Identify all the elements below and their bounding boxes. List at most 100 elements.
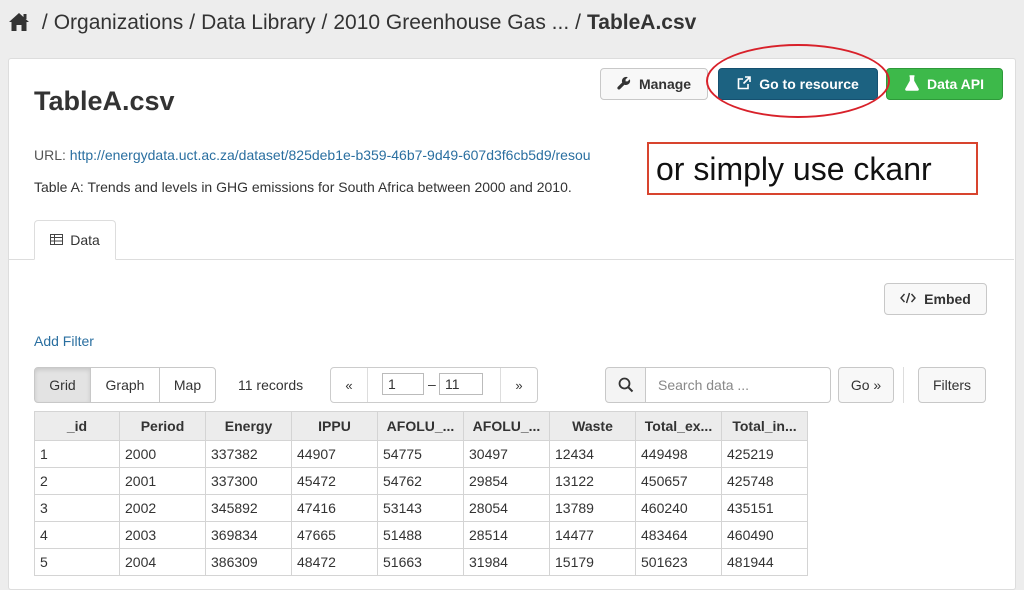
annotation-text: or simply use [656, 151, 854, 187]
table-cell: 53143 [377, 494, 464, 522]
pager-to-input[interactable] [439, 373, 483, 395]
table-row[interactable]: 2 2001 337300 45472 54762 29854 13122 450657 425… [34, 467, 808, 495]
table-cell: 2000 [119, 440, 206, 468]
table-cell: 13122 [549, 467, 636, 495]
table-cell: 1 [34, 440, 120, 468]
home-icon[interactable] [8, 11, 36, 34]
search-icon [605, 367, 646, 403]
manage-button[interactable]: Manage [600, 68, 708, 100]
table-cell: 386309 [205, 548, 292, 576]
table-row[interactable]: 3 2002 345892 47416 53143 28054 13789 460240 435… [34, 494, 808, 522]
breadcrumb-organizations[interactable]: Organizations [54, 11, 184, 34]
data-api-button[interactable]: Data API [886, 68, 1003, 100]
table-cell: 31984 [463, 548, 550, 576]
breadcrumb-current: TableA.csv [587, 11, 697, 34]
breadcrumb-separator: / [189, 11, 196, 34]
table-cell: 47416 [291, 494, 378, 522]
table-cell: 337382 [205, 440, 292, 468]
go-button[interactable]: Go » [838, 367, 894, 403]
resource-description: Table A: Trends and levels in GHG emissi… [34, 179, 572, 195]
search-group [605, 367, 831, 403]
column-header-total-ex[interactable]: Total_ex... [635, 411, 722, 441]
pager-dash: – [428, 376, 436, 392]
table-cell: 2 [34, 467, 120, 495]
table-row[interactable]: 5 2004 386309 48472 51663 31984 15179 501623 481… [34, 548, 808, 576]
column-header-id[interactable]: _id [34, 411, 120, 441]
breadcrumb: / Organizations / Data Library/2010 Greenho… [8, 11, 696, 35]
table-cell: 2004 [119, 548, 206, 576]
table-cell: 4 [34, 521, 120, 549]
url-label: URL: [34, 147, 66, 163]
embed-button[interactable]: Embed [884, 283, 987, 315]
table-cell: 45472 [291, 467, 378, 495]
table-cell: 425748 [721, 467, 808, 495]
breadcrumb-separator: / [575, 11, 582, 34]
column-header-energy[interactable]: Energy [205, 411, 292, 441]
table-cell: 2002 [119, 494, 206, 522]
column-header-total-in[interactable]: Total_in... [721, 411, 808, 441]
table-cell: 51663 [377, 548, 464, 576]
record-count: 11 records [238, 377, 304, 393]
table-row[interactable]: 4 2003 369834 47665 51488 28514 14477 483464 460… [34, 521, 808, 549]
add-filter-link[interactable]: Add Filter [34, 333, 94, 349]
pager-next-button[interactable]: » [500, 368, 537, 402]
table-cell: 460490 [721, 521, 808, 549]
search-input[interactable] [646, 367, 831, 403]
breadcrumb-dataset[interactable]: 2010 Greenhouse Gas ... [333, 11, 569, 34]
table-cell: 51488 [377, 521, 464, 549]
tab-data[interactable]: Data [34, 220, 116, 260]
table-cell: 12434 [549, 440, 636, 468]
manage-label: Manage [638, 76, 692, 92]
annotation-callout: or simply use ckanr [647, 142, 978, 195]
table-cell: 425219 [721, 440, 808, 468]
table-cell: 29854 [463, 467, 550, 495]
table-cell: 48472 [291, 548, 378, 576]
column-header-ippu[interactable]: IPPU [291, 411, 378, 441]
column-header-afolu-2[interactable]: AFOLU_... [463, 411, 550, 441]
pager: « – » [330, 367, 538, 403]
view-graph-button[interactable]: Graph [90, 367, 160, 403]
table-cell: 369834 [205, 521, 292, 549]
annotation-bold: ckanr [853, 151, 932, 187]
pager-prev-button[interactable]: « [331, 368, 368, 402]
resource-url-link[interactable]: http://energydata.uct.ac.za/dataset/825d… [70, 147, 591, 163]
table-cell: 449498 [635, 440, 722, 468]
toolbar-divider [903, 367, 904, 403]
breadcrumb-separator: / [321, 11, 328, 34]
highlight-ellipse [706, 44, 890, 118]
table-cell: 481944 [721, 548, 808, 576]
view-switcher: Grid Graph Map [34, 367, 216, 403]
filters-button[interactable]: Filters [918, 367, 986, 403]
column-header-afolu-1[interactable]: AFOLU_... [377, 411, 464, 441]
resource-url: URL: http://energydata.uct.ac.za/dataset… [34, 147, 654, 163]
table-cell: 44907 [291, 440, 378, 468]
table-cell: 2003 [119, 521, 206, 549]
flask-icon [905, 74, 919, 94]
table-cell: 3 [34, 494, 120, 522]
table-cell: 345892 [205, 494, 292, 522]
view-map-button[interactable]: Map [159, 367, 216, 403]
data-grid: _id Period Energy IPPU AFOLU_... AFOLU_.… [34, 411, 808, 576]
page-title: TableA.csv [34, 86, 175, 116]
column-header-period[interactable]: Period [119, 411, 206, 441]
view-grid-button[interactable]: Grid [34, 367, 91, 403]
table-cell: 435151 [721, 494, 808, 522]
breadcrumb-separator: / [41, 11, 48, 34]
table-cell: 54762 [377, 467, 464, 495]
table-cell: 337300 [205, 467, 292, 495]
table-icon [50, 232, 64, 248]
column-header-waste[interactable]: Waste [549, 411, 636, 441]
embed-label: Embed [924, 291, 971, 307]
table-cell: 47665 [291, 521, 378, 549]
breadcrumb-data-library[interactable]: Data Library [201, 11, 315, 34]
wrench-icon [617, 76, 631, 93]
table-cell: 450657 [635, 467, 722, 495]
pager-from-input[interactable] [382, 373, 424, 395]
table-cell: 5 [34, 548, 120, 576]
table-row[interactable]: 1 2000 337382 44907 54775 30497 12434 449498 425… [34, 440, 808, 468]
table-cell: 460240 [635, 494, 722, 522]
table-cell: 2001 [119, 467, 206, 495]
table-cell: 14477 [549, 521, 636, 549]
tab-divider [9, 259, 1014, 260]
table-cell: 28514 [463, 521, 550, 549]
